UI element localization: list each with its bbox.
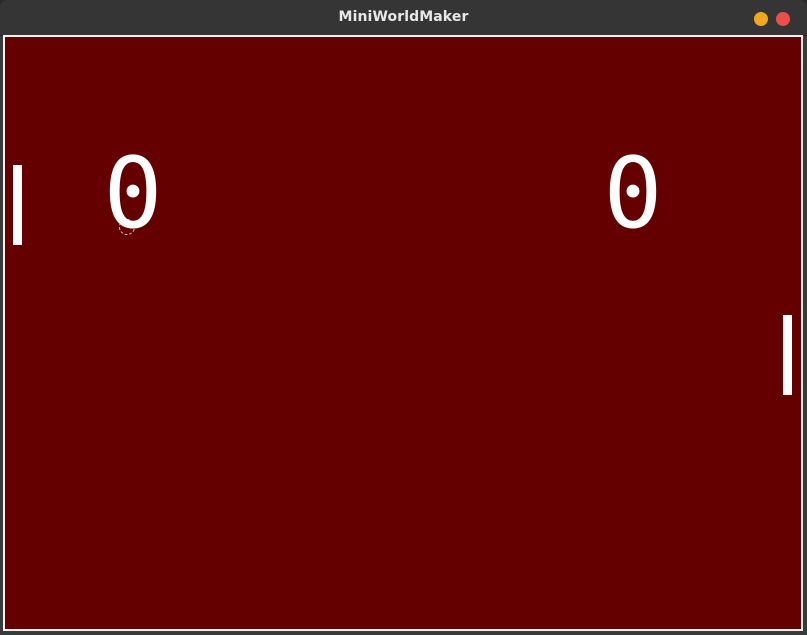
right-paddle: [783, 315, 792, 395]
minimize-button[interactable]: [754, 12, 768, 26]
game-board[interactable]: 0 0: [5, 37, 801, 629]
app-window: MiniWorldMaker 0 0: [0, 0, 807, 635]
left-paddle: [13, 165, 22, 245]
title-bar[interactable]: MiniWorldMaker: [0, 0, 807, 36]
close-button[interactable]: [776, 12, 790, 26]
window-title: MiniWorldMaker: [338, 9, 469, 25]
right-player-score: 0: [603, 137, 663, 251]
ball: [119, 219, 135, 235]
